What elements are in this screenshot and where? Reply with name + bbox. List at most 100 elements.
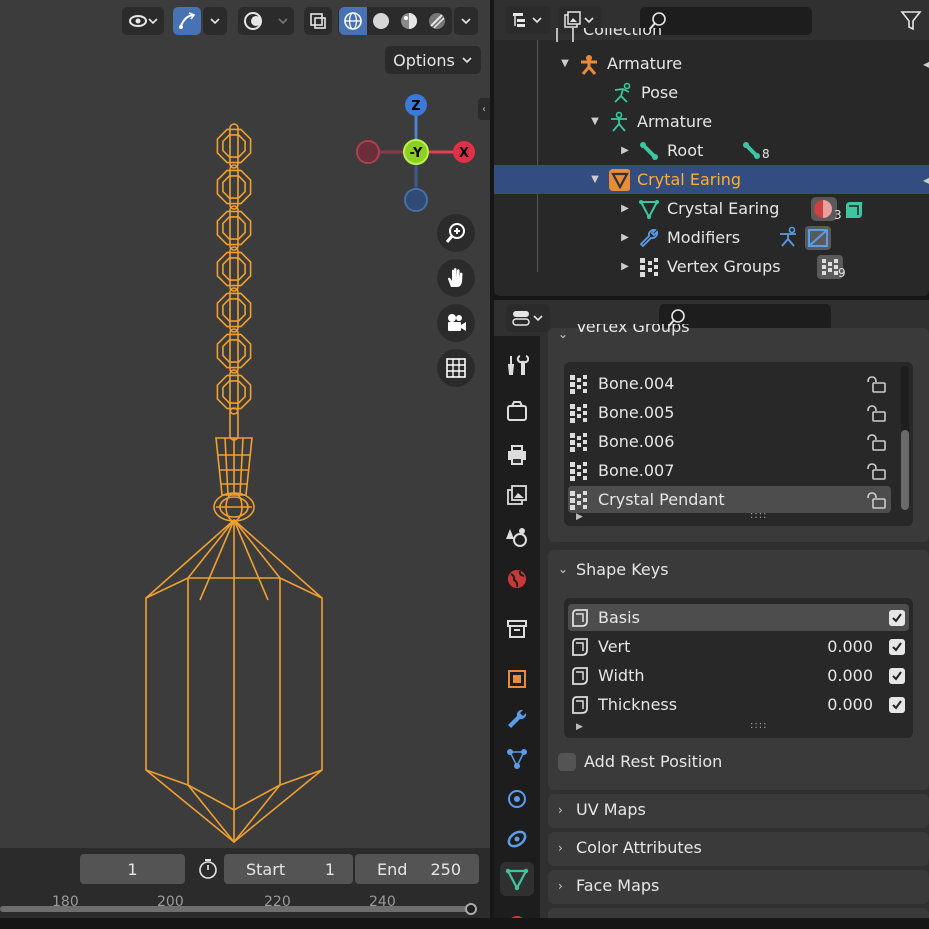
shape-key-value[interactable]: 0.000	[813, 637, 873, 656]
shape-key-row[interactable]: Basis	[568, 604, 909, 631]
outliner-row-collection[interactable]: Collection	[494, 28, 929, 42]
shape-key-row[interactable]: Thickness 0.000	[568, 691, 909, 718]
tab-object-data[interactable]	[500, 862, 534, 896]
shape-keys-panel-header[interactable]: ⌄ Shape Keys	[558, 558, 669, 580]
checkbox-checked[interactable]	[889, 667, 905, 684]
chevron-down-icon: ⌄	[558, 327, 569, 341]
vertex-groups-icon	[638, 256, 660, 278]
expand-arrow-down-icon[interactable]: ▼	[558, 58, 572, 69]
list-expand-arrow-icon[interactable]: ▶	[576, 722, 583, 732]
vertex-groups-count-indicator[interactable]: 9	[816, 254, 846, 280]
outliner-row-crytal-earing[interactable]: ▼ Crytal Earing ◂	[494, 165, 929, 194]
materials-indicator[interactable]: 3	[810, 196, 866, 222]
shape-key-value[interactable]: 0.000	[813, 695, 873, 714]
properties-editor[interactable]: ⌄ Vertex Groups Bone.004 Bone.005 Bone.006…	[494, 300, 929, 918]
checkbox-unchecked[interactable]	[558, 752, 576, 771]
outliner-row-root-bone[interactable]: ▶ Root 8	[494, 136, 929, 165]
shape-key-row[interactable]: Vert 0.000	[568, 633, 909, 660]
face-maps-panel-header[interactable]: › Face Maps	[558, 876, 659, 895]
shape-key-row[interactable]: Width 0.000	[568, 662, 909, 689]
child-bones-indicator[interactable]: 8	[742, 141, 770, 161]
preview-range-toggle[interactable]	[194, 854, 222, 884]
frame-ruler[interactable]: 180 200 220 240	[0, 892, 490, 910]
editor-type-dropdown[interactable]	[506, 304, 550, 332]
checkbox-checked[interactable]	[889, 638, 905, 655]
tab-view-layer[interactable]	[500, 478, 534, 512]
tab-collection[interactable]	[500, 612, 534, 646]
next-panel-partial[interactable]	[548, 908, 929, 918]
vertex-group-name: Bone.004	[598, 374, 675, 393]
outliner-row-vertex-groups[interactable]: ▶ Vertex Groups 9	[494, 252, 929, 281]
vertex-groups-scrollbar[interactable]	[901, 366, 909, 510]
vertex-group-row[interactable]: Bone.007	[568, 457, 891, 484]
vertex-groups-list[interactable]: Bone.004 Bone.005 Bone.006 Bone.007 Crystal …	[564, 362, 913, 526]
color-attributes-panel[interactable]: › Color Attributes	[548, 832, 929, 866]
tab-output[interactable]	[500, 438, 534, 472]
vertex-group-row[interactable]: Bone.005	[568, 399, 891, 426]
tab-scene[interactable]	[500, 520, 534, 554]
expand-arrow-down-icon[interactable]: ▼	[588, 174, 602, 185]
vertex-groups-icon	[570, 374, 587, 394]
outliner-row-armature-data[interactable]: ▼ Armature	[494, 107, 929, 136]
tab-particles[interactable]	[500, 742, 534, 776]
list-expand-arrow-icon[interactable]: ▶	[576, 512, 583, 522]
object-icon	[508, 670, 526, 688]
timeline[interactable]: 1 Start 1 End 250 180 200 220 240	[0, 848, 490, 918]
checkbox-checked[interactable]	[889, 696, 905, 713]
shape-keys-list[interactable]: Basis Vert 0.000 Width 0.000 Thickness 0.000 ▶:…	[564, 598, 913, 738]
render-camera-back-icon	[507, 401, 527, 421]
color-attributes-panel-header[interactable]: › Color Attributes	[558, 838, 702, 857]
outliner[interactable]: Collection ▼ Armature ◂ Pose ▼ Armature …	[494, 0, 929, 296]
unlock-icon[interactable]	[865, 491, 887, 509]
tab-render[interactable]	[500, 394, 534, 428]
outliner-row-pose[interactable]: Pose	[494, 78, 929, 107]
tab-constraints[interactable]	[500, 822, 534, 856]
tab-tool[interactable]	[500, 348, 534, 382]
list-resize-grip-icon[interactable]: ::::	[750, 510, 767, 521]
uv-maps-panel[interactable]: › UV Maps	[548, 794, 929, 828]
outliner-row-armature-object[interactable]: ▼ Armature ◂	[494, 49, 929, 78]
unlock-icon[interactable]	[865, 375, 887, 393]
unlock-icon[interactable]	[865, 462, 887, 480]
tab-material[interactable]	[500, 906, 534, 918]
outliner-row-crystal-earing-mesh[interactable]: ▶ Crystal Earing 3	[494, 194, 929, 223]
vertex-group-row[interactable]: Crystal Pendant	[568, 486, 891, 513]
vertex-group-row[interactable]: Bone.004	[568, 370, 891, 397]
face-maps-panel[interactable]: › Face Maps	[548, 870, 929, 904]
shape-key-name: Basis	[598, 608, 640, 627]
current-frame-field[interactable]: 1	[80, 854, 185, 884]
uv-maps-panel-header[interactable]: › UV Maps	[558, 800, 646, 819]
expand-arrow-right-icon[interactable]: ▶	[618, 232, 632, 243]
timeline-scrollbar[interactable]	[0, 906, 474, 912]
end-frame-field[interactable]: End 250	[355, 854, 479, 884]
expand-arrow-down-icon[interactable]: ▼	[588, 116, 602, 127]
unlock-icon[interactable]	[865, 404, 887, 422]
tab-world[interactable]	[500, 562, 534, 596]
tab-modifiers[interactable]	[500, 702, 534, 736]
expand-arrow-right-icon[interactable]: ▶	[618, 261, 632, 272]
tab-object[interactable]	[500, 662, 534, 696]
chain-link-bar	[229, 123, 239, 169]
mesh-data-icon	[505, 868, 529, 891]
checkbox-checked[interactable]	[889, 609, 905, 626]
expand-arrow-right-icon[interactable]: ▶	[618, 203, 632, 214]
list-resize-grip-icon[interactable]: ::::	[750, 720, 767, 731]
vertex-group-row[interactable]: Bone.006	[568, 428, 891, 455]
vertex-group-name: Bone.007	[598, 461, 675, 480]
modifier-types-indicator[interactable]	[777, 225, 832, 251]
shape-key-value[interactable]: 0.000	[813, 666, 873, 685]
tab-physics[interactable]	[500, 782, 534, 816]
crystal-earring-wireframe[interactable]	[0, 0, 490, 848]
timeline-scroll-handle[interactable]	[465, 903, 477, 915]
start-frame-field[interactable]: Start 1	[224, 854, 353, 884]
vertex-group-name: Crystal Pendant	[598, 490, 725, 509]
scrollbar-thumb[interactable]	[901, 430, 909, 510]
vertex-groups-panel-header[interactable]: ⌄ Vertex Groups	[558, 324, 690, 344]
expand-arrow-right-icon[interactable]: ▶	[618, 145, 632, 156]
add-rest-position-checkbox[interactable]: Add Rest Position	[558, 752, 722, 771]
unlock-icon[interactable]	[865, 433, 887, 451]
tool-screwdriver-icon	[507, 355, 529, 375]
outliner-row-label: Crytal Earing	[637, 170, 742, 189]
outliner-row-modifiers[interactable]: ▶ Modifiers	[494, 223, 929, 252]
3d-viewport[interactable]: Options ‹ Z X -Y	[0, 0, 490, 848]
